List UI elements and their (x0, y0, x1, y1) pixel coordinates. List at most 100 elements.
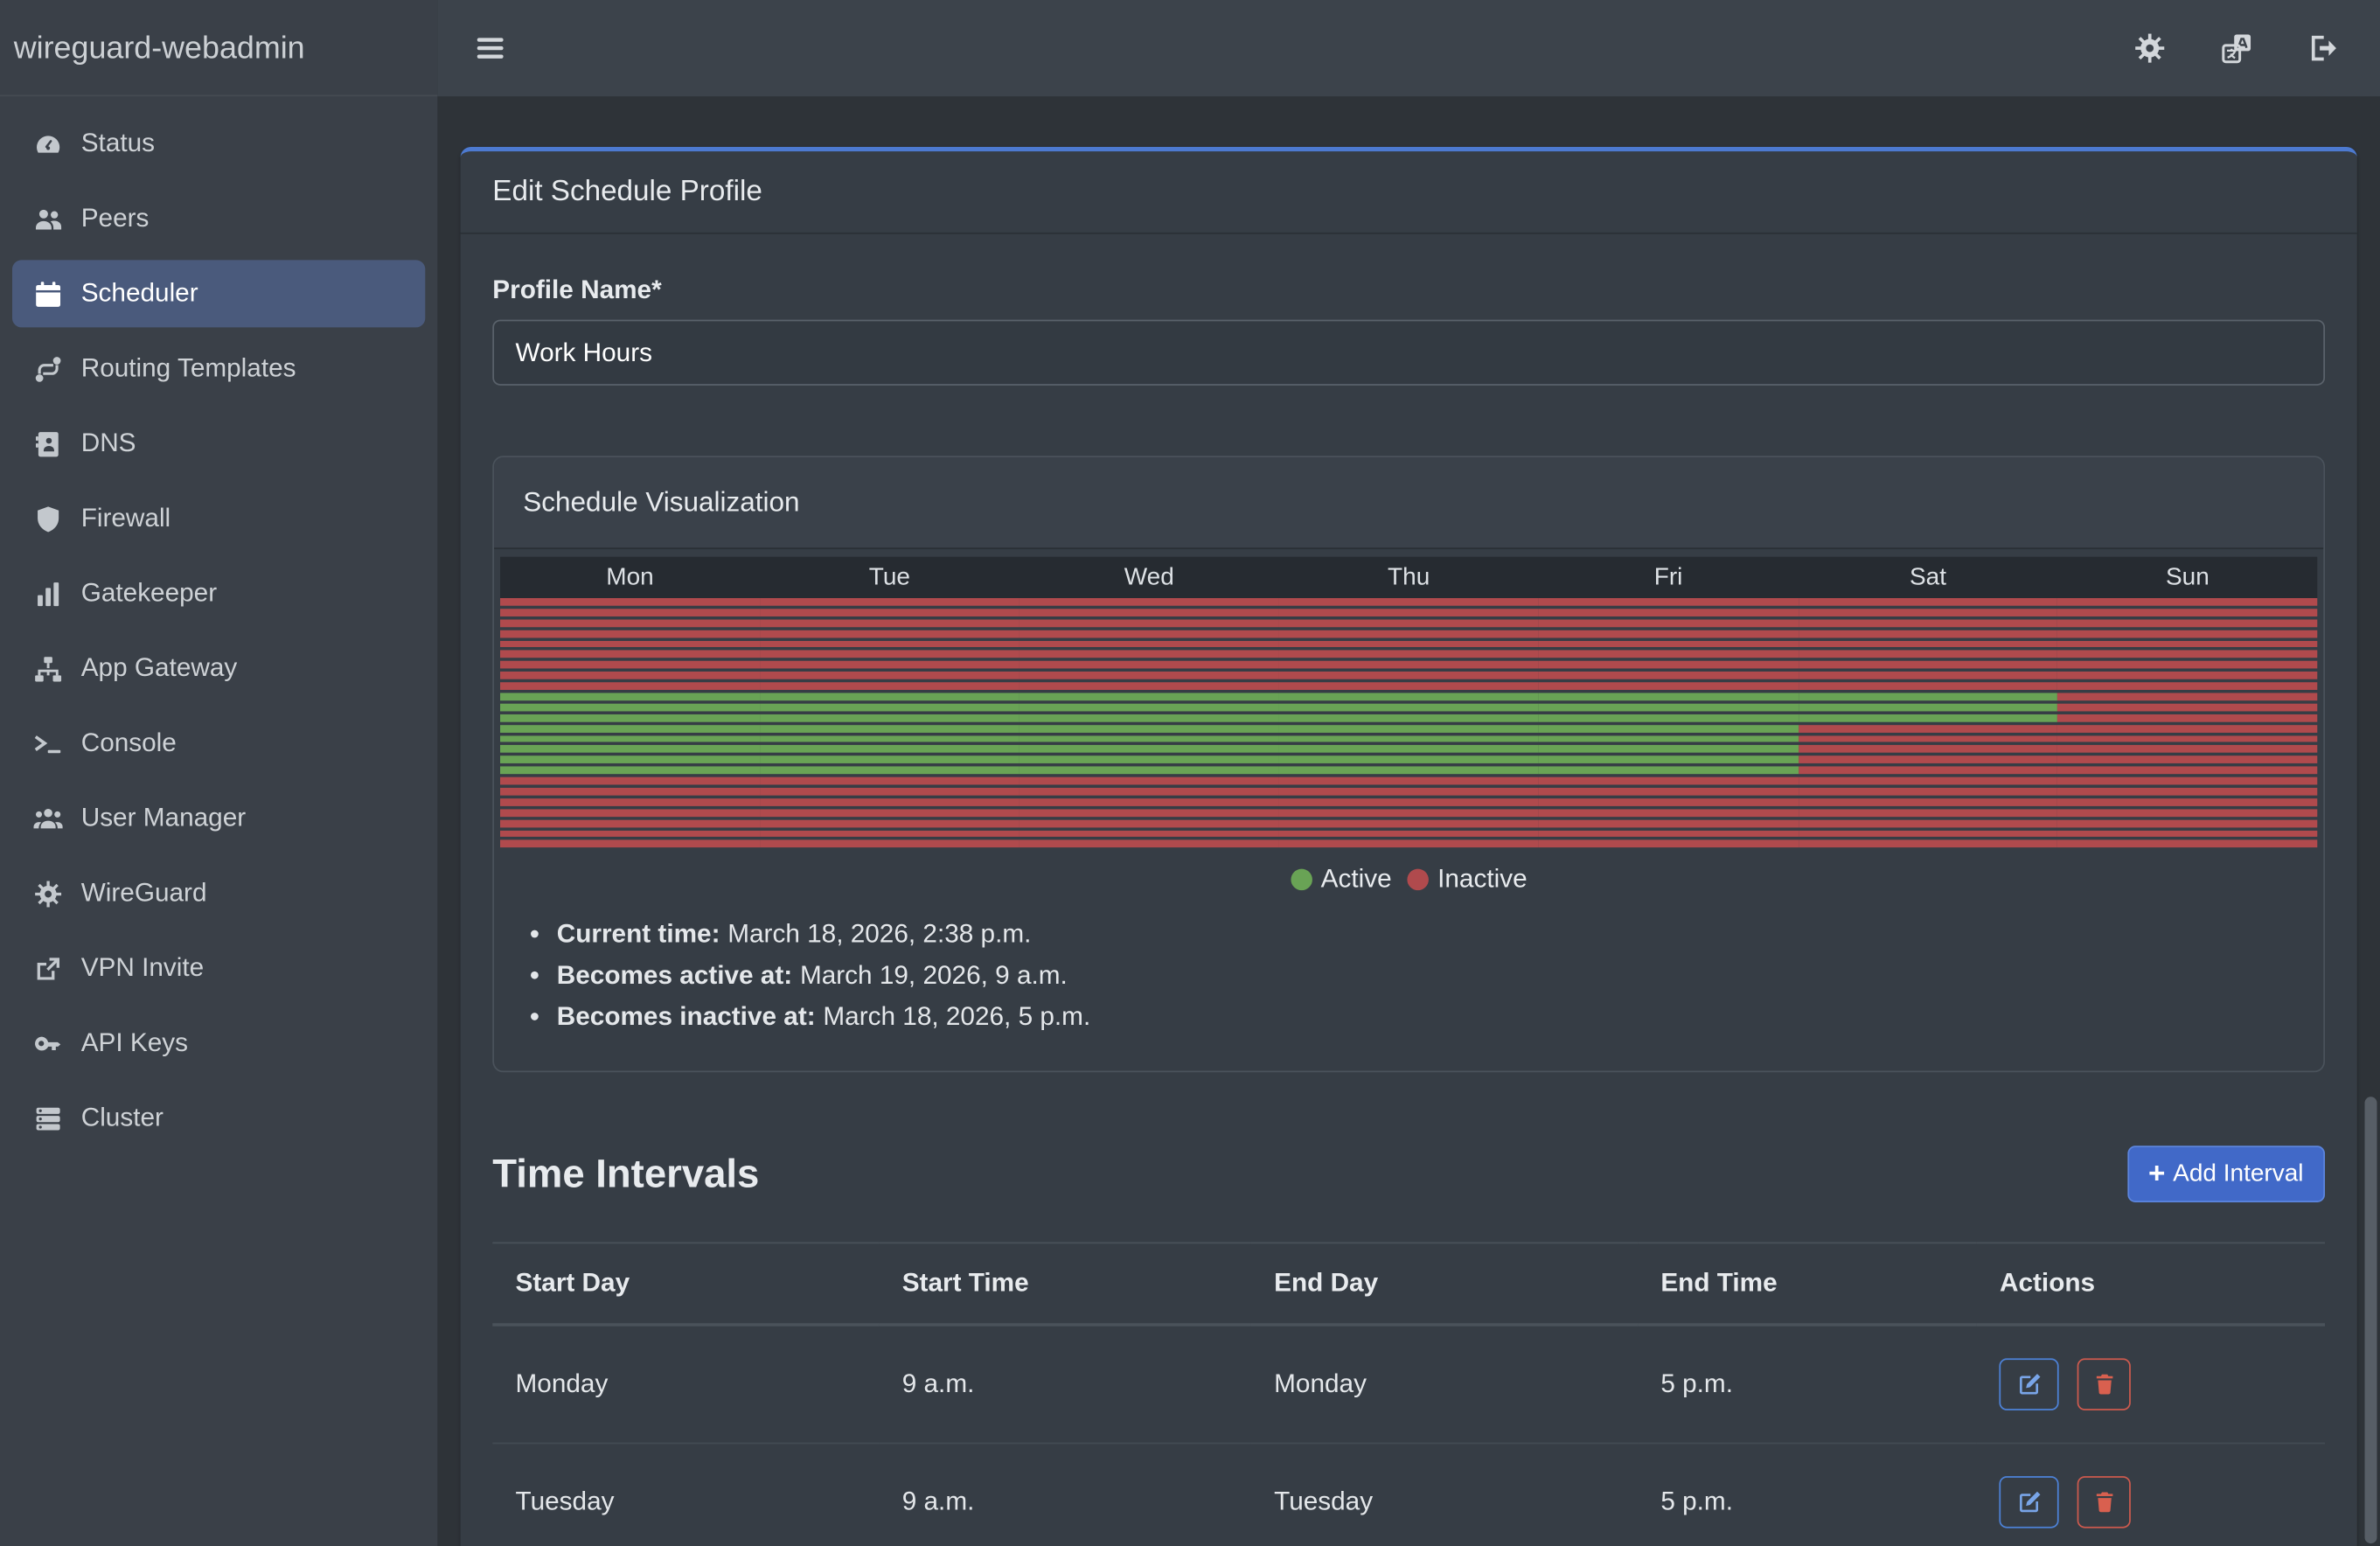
schedule-cell-wed-14 (1020, 746, 1279, 754)
becomes-inactive-label: Becomes inactive at: (557, 1002, 816, 1031)
sidebar-item-app-gateway[interactable]: App Gateway (12, 635, 425, 702)
edit-interval-button[interactable] (2000, 1477, 2059, 1529)
schedule-cell-wed-16 (1020, 767, 1279, 775)
schedule-cell-tue-20 (760, 809, 1020, 817)
becomes-active-item: Becomes active at:March 19, 2026, 9 a.m. (557, 961, 2318, 992)
sidebar-item-routing-templates[interactable]: Routing Templates (12, 335, 425, 402)
schedule-cell-mon-5 (500, 651, 760, 658)
sidebar-item-label: Firewall (81, 504, 170, 534)
schedule-cell-mon-8 (500, 682, 760, 690)
schedule-cell-wed-20 (1020, 809, 1279, 817)
schedule-cell-sat-14 (1799, 746, 2058, 754)
visualization-body: Mon Tue Wed Thu Fri Sat Sun Active (494, 549, 2323, 1071)
schedule-cell-wed-17 (1020, 777, 1279, 785)
schedule-cell-wed-5 (1020, 651, 1279, 658)
col-end-day: End Day (1251, 1243, 1638, 1326)
sidebar-item-label: Cluster (81, 1103, 164, 1133)
schedule-cell-tue-23 (760, 840, 1020, 848)
inactive-legend-dot (1407, 869, 1428, 890)
schedule-row (500, 714, 2317, 722)
schedule-cell-sat-22 (1799, 830, 2058, 838)
schedule-cell-thu-18 (1279, 788, 1539, 796)
scrollbar-thumb[interactable] (2365, 1097, 2377, 1543)
schedule-cell-sat-2 (1799, 619, 2058, 627)
language-icon[interactable] (2221, 32, 2253, 65)
signout-icon[interactable] (2308, 32, 2341, 65)
schedule-row (500, 672, 2317, 679)
current-time-value: March 18, 2026, 2:38 p.m. (727, 920, 1031, 949)
cell-end-time: 5 p.m. (1638, 1326, 1977, 1445)
gauge-icon (27, 129, 66, 158)
schedule-cell-wed-19 (1020, 798, 1279, 806)
schedule-cell-tue-16 (760, 767, 1020, 775)
sidebar-item-wireguard[interactable]: WireGuard (12, 860, 425, 927)
time-intervals-title: Time Intervals (492, 1151, 759, 1198)
active-legend-dot (1291, 869, 1312, 890)
menu-icon[interactable] (474, 32, 506, 65)
add-interval-button[interactable]: Add Interval (2126, 1146, 2325, 1203)
schedule-cell-fri-1 (1539, 609, 1799, 616)
sidebar-item-gatekeeper[interactable]: Gatekeeper (12, 560, 425, 627)
schedule-cell-tue-13 (760, 735, 1020, 743)
col-actions: Actions (1977, 1243, 2325, 1326)
delete-interval-button[interactable] (2077, 1477, 2131, 1529)
brand-title: wireguard-webadmin (0, 0, 437, 96)
schedule-cell-mon-23 (500, 840, 760, 848)
main-content: Edit Schedule Profile Profile Name* Sche… (437, 96, 2380, 1546)
sidebar-item-label: Status (81, 129, 155, 159)
schedule-cell-sun-22 (2057, 830, 2317, 838)
cell-start-day: Monday (492, 1326, 879, 1445)
becomes-inactive-item: Becomes inactive at:March 18, 2026, 5 p.… (557, 1002, 2318, 1033)
schedule-cell-wed-23 (1020, 840, 1279, 848)
edit-schedule-card: Edit Schedule Profile Profile Name* Sche… (461, 147, 2357, 1546)
schedule-row (500, 598, 2317, 606)
sidebar-item-scheduler[interactable]: Scheduler (12, 260, 425, 327)
schedule-cell-fri-0 (1539, 598, 1799, 606)
edit-interval-button[interactable] (2000, 1359, 2059, 1410)
schedule-cell-tue-8 (760, 682, 1020, 690)
sidebar-item-firewall[interactable]: Firewall (12, 485, 425, 553)
schedule-cell-fri-22 (1539, 830, 1799, 838)
gear-icon (27, 879, 66, 908)
schedule-cell-sat-21 (1799, 819, 2058, 827)
delete-interval-button[interactable] (2077, 1359, 2131, 1410)
sidebar-item-user-manager[interactable]: User Manager (12, 784, 425, 852)
schedule-cell-thu-20 (1279, 809, 1539, 817)
schedule-cell-sat-13 (1799, 735, 2058, 743)
intervals-table: Start Day Start Time End Day End Time Ac… (492, 1243, 2325, 1546)
schedule-cell-wed-21 (1020, 819, 1279, 827)
cell-actions (1977, 1326, 2325, 1445)
schedule-cell-sat-20 (1799, 809, 2058, 817)
sidebar-item-vpn-invite[interactable]: VPN Invite (12, 935, 425, 1002)
schedule-cell-thu-15 (1279, 756, 1539, 764)
sidebar-item-api-keys[interactable]: API Keys (12, 1010, 425, 1077)
schedule-cell-tue-12 (760, 725, 1020, 733)
schedule-cell-tue-1 (760, 609, 1020, 616)
schedule-cell-thu-14 (1279, 746, 1539, 754)
schedule-row (500, 619, 2317, 627)
schedule-cell-mon-6 (500, 661, 760, 669)
schedule-cell-fri-15 (1539, 756, 1799, 764)
schedule-cell-sun-5 (2057, 651, 2317, 658)
sidebar-item-console[interactable]: Console (12, 710, 425, 777)
sidebar-item-dns[interactable]: DNS (12, 410, 425, 477)
schedule-cell-wed-12 (1020, 725, 1279, 733)
schedule-cell-thu-5 (1279, 651, 1539, 658)
schedule-row (500, 735, 2317, 743)
schedule-cell-fri-21 (1539, 819, 1799, 827)
settings-icon[interactable] (2133, 32, 2166, 65)
schedule-cell-tue-17 (760, 777, 1020, 785)
schedule-row (500, 682, 2317, 690)
sidebar-item-peers[interactable]: Peers (12, 185, 425, 253)
schedule-cell-thu-13 (1279, 735, 1539, 743)
schedule-row (500, 809, 2317, 817)
schedule-row (500, 830, 2317, 838)
cell-start-time: 9 a.m. (879, 1444, 1250, 1546)
schedule-cell-wed-22 (1020, 830, 1279, 838)
schedule-cell-tue-2 (760, 619, 1020, 627)
profile-name-input[interactable] (492, 320, 2325, 386)
sidebar-item-cluster[interactable]: Cluster (12, 1084, 425, 1152)
schedule-cell-fri-3 (1539, 630, 1799, 637)
schedule-cell-sun-7 (2057, 672, 2317, 679)
sidebar-item-status[interactable]: Status (12, 110, 425, 178)
